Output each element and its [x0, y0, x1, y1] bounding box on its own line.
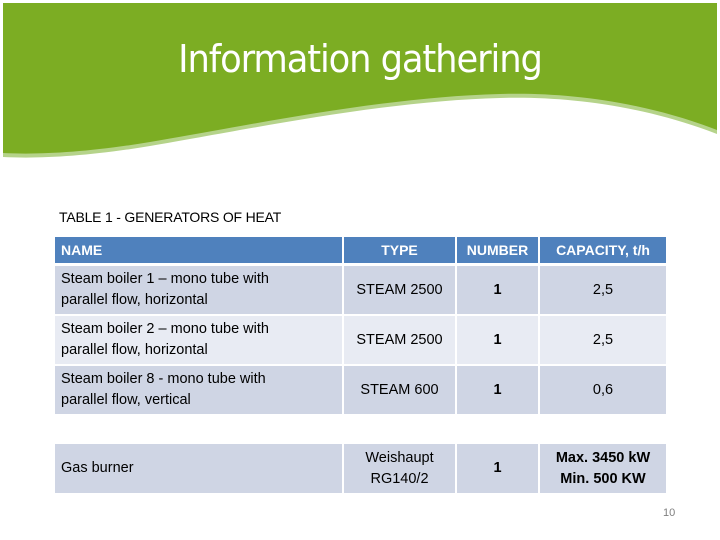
- slide-title: Information gathering: [178, 37, 543, 81]
- cell-type-line1: Weishaupt: [365, 449, 434, 466]
- cell-type-line2: RG140/2: [370, 470, 429, 487]
- cell-number: 1: [457, 366, 538, 414]
- cell-number: 1: [457, 316, 538, 364]
- cell-capacity-line1: Max. 3450 kW: [555, 449, 651, 466]
- table-row: Steam boiler 8 - mono tube with parallel…: [55, 366, 666, 414]
- header-number: NUMBER: [457, 237, 538, 263]
- cell-capacity-line2: Min. 500 KW: [560, 470, 646, 487]
- table-header-row: NAME TYPE NUMBER CAPACITY, t/h: [55, 237, 666, 263]
- cell-name-line1: Steam boiler 1 – mono tube with: [61, 271, 269, 287]
- cell-capacity: 2,5: [540, 266, 666, 314]
- header-type: TYPE: [344, 237, 455, 263]
- generators-table: NAME TYPE NUMBER CAPACITY, t/h Steam boi…: [55, 237, 666, 495]
- cell-name-line2: parallel flow, vertical: [61, 392, 191, 408]
- header-capacity: CAPACITY, t/h: [540, 237, 666, 263]
- cell-type: STEAM 2500: [344, 266, 455, 314]
- cell-name-line2: parallel flow, horizontal: [61, 292, 208, 308]
- cell-name: Steam boiler 2 – mono tube with parallel…: [55, 316, 342, 364]
- cell-capacity: 0,6: [540, 366, 666, 414]
- slide: Information gathering TABLE 1 - GENERATO…: [0, 0, 720, 540]
- cell-number: 1: [457, 266, 538, 314]
- table-row: Steam boiler 1 – mono tube with parallel…: [55, 266, 666, 314]
- cell-name: Gas burner: [55, 444, 342, 493]
- cell-name: Steam boiler 8 - mono tube with parallel…: [55, 366, 342, 414]
- cell-name: Steam boiler 1 – mono tube with parallel…: [55, 266, 342, 314]
- cell-type: Weishaupt RG140/2: [344, 444, 455, 493]
- title-banner: [3, 3, 717, 158]
- cell-name-line1: Steam boiler 8 - mono tube with: [61, 371, 266, 387]
- header-name: NAME: [55, 237, 342, 263]
- table-row: Steam boiler 2 – mono tube with parallel…: [55, 316, 666, 364]
- page-number: 10: [663, 507, 676, 519]
- cell-type: STEAM 2500: [344, 316, 455, 364]
- cell-capacity: 2,5: [540, 316, 666, 364]
- cell-type: STEAM 600: [344, 366, 455, 414]
- cell-number: 1: [457, 444, 538, 493]
- table-row: Gas burner Weishaupt RG140/2 1 Max. 3450…: [55, 444, 666, 493]
- cell-name-line1: Steam boiler 2 – mono tube with: [61, 321, 269, 337]
- cell-name-line2: parallel flow, horizontal: [61, 342, 208, 358]
- table-caption: TABLE 1 - GENERATORS OF HEAT: [59, 209, 282, 225]
- cell-capacity: Max. 3450 kW Min. 500 KW: [540, 444, 666, 493]
